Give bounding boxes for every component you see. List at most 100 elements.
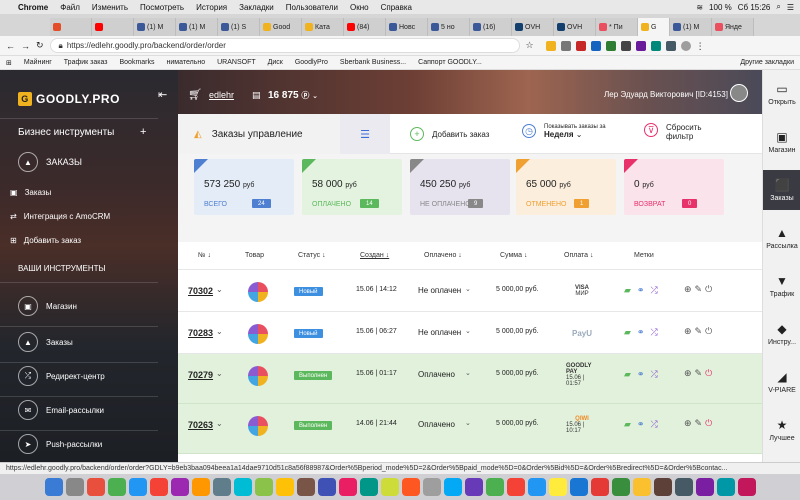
col-num[interactable]: № ↓ — [198, 252, 211, 259]
extension-icon[interactable] — [620, 40, 631, 51]
bookmark-item[interactable]: Диск — [268, 59, 283, 66]
tool-redirect[interactable]: ⤮ Редирект-центр — [18, 366, 105, 386]
chevron-down-icon[interactable]: ⌄ — [465, 285, 471, 293]
shuffle-icon[interactable]: ⤮ — [650, 285, 657, 296]
zoom-icon[interactable]: ⊕ — [684, 368, 692, 379]
product-image[interactable] — [248, 324, 268, 344]
summary-card[interactable]: 450 250 руб НЕ ОПЛАЧЕНО 9 — [410, 159, 510, 215]
menu-window[interactable]: Окно — [350, 3, 369, 12]
business-tools-heading[interactable]: Бизнес инструменты — [18, 127, 114, 138]
tab[interactable]: G — [638, 18, 670, 36]
dock-app-icon[interactable] — [149, 478, 168, 496]
wallet-icon[interactable]: ▤ — [252, 90, 261, 101]
chevron-down-icon[interactable]: ⌄ — [216, 327, 223, 336]
back-icon[interactable]: ← — [6, 41, 15, 51]
shuffle-icon[interactable]: ⤮ — [650, 327, 657, 338]
extension-icon[interactable] — [650, 40, 661, 51]
user-login-link[interactable]: edlehr — [209, 90, 234, 100]
sidebar-item-amocrm[interactable]: ⇄ Интеграция с AmoCRM — [10, 212, 110, 221]
url-input[interactable]: 🔒︎ https://edlehr.goodly.pro/backend/ord… — [49, 38, 520, 53]
cart-icon[interactable]: 🛒︎ — [188, 88, 202, 101]
summary-card[interactable]: 65 000 руб ОТМЕНЕНО 1 — [516, 159, 616, 215]
power-icon[interactable]: ⏻ — [705, 418, 712, 429]
dock-app-icon[interactable] — [254, 478, 273, 496]
dock-app-icon[interactable] — [464, 478, 483, 496]
status-badge[interactable]: Новый — [294, 287, 323, 296]
extension-icon[interactable] — [560, 40, 571, 51]
edit-icon[interactable]: ✎ — [695, 368, 703, 379]
link-icon[interactable]: ⚭ — [637, 419, 645, 430]
sidebar-item-orders[interactable]: ▣ Заказы — [10, 188, 51, 197]
table-row[interactable]: 70283 ⌄ Новый 15.06 | 06:27 Не оплачен ⌄… — [178, 312, 762, 354]
chat-icon[interactable]: ▰ — [624, 419, 631, 430]
bookmark-item[interactable]: Sberbank Business... — [340, 59, 406, 66]
paid-status[interactable]: Не оплачен — [418, 286, 461, 295]
tab[interactable]: * Пи — [596, 18, 638, 36]
goodly-extension-icon[interactable] — [545, 40, 556, 51]
chat-icon[interactable]: ▰ — [624, 285, 631, 296]
tab[interactable]: (84) — [344, 18, 386, 36]
order-number-link[interactable]: 70302 — [188, 286, 213, 296]
product-image[interactable] — [248, 282, 268, 302]
dock-app-icon[interactable] — [569, 478, 588, 496]
tab[interactable] — [50, 18, 92, 36]
sidebar-item-add-order[interactable]: ⊞ Добавить заказ — [10, 236, 81, 245]
more-icon[interactable]: ⋮ — [696, 41, 706, 51]
status-badge[interactable]: Выполнен — [294, 371, 333, 380]
dock-app-icon[interactable] — [380, 478, 399, 496]
link-icon[interactable]: ⚭ — [637, 327, 645, 338]
tool-orders[interactable]: ▲ Заказы — [18, 332, 73, 352]
tab[interactable]: (16) — [470, 18, 512, 36]
menu-help[interactable]: Справка — [381, 3, 412, 12]
bookmark-item[interactable]: Майнинг — [24, 59, 52, 66]
product-image[interactable] — [248, 416, 268, 436]
user-name[interactable]: Лер Эдуард Викторович [ID:4153] — [604, 90, 728, 99]
menu-chrome[interactable]: Chrome — [18, 3, 48, 12]
dock-app-icon[interactable] — [716, 478, 735, 496]
wifi-icon[interactable]: ≋ — [696, 3, 703, 12]
dock-app-icon[interactable] — [443, 478, 462, 496]
star-icon[interactable]: ☆ — [526, 40, 534, 51]
reset-filter-button[interactable]: ⊽ Сбросить фильтр — [644, 123, 702, 141]
bookmark-apps-icon[interactable]: ⊞ — [6, 59, 12, 67]
chevron-down-icon[interactable]: ⌄ — [216, 419, 223, 428]
chevron-down-icon[interactable]: ⌄ — [216, 285, 223, 294]
dock-app-icon[interactable] — [275, 478, 294, 496]
dock-app-icon[interactable] — [422, 478, 441, 496]
paid-status[interactable]: Оплачено — [418, 420, 455, 429]
bookmark-item[interactable]: Саппорт GOODLY... — [418, 59, 482, 66]
chat-icon[interactable]: ▰ — [624, 327, 631, 338]
col-sum[interactable]: Сумма ↓ — [500, 252, 527, 259]
search-icon[interactable]: ⌕ — [776, 2, 780, 12]
dock-app-icon[interactable] — [632, 478, 651, 496]
chevron-down-icon[interactable]: ⌄ — [465, 327, 471, 335]
clock[interactable]: Сб 15:26 — [738, 3, 771, 12]
paid-status[interactable]: Не оплачен — [418, 328, 461, 337]
logo[interactable]: G GOODLY.PRO — [18, 92, 120, 106]
tab[interactable]: OVH — [554, 18, 596, 36]
right-bar-item[interactable]: ◆ Инстру... — [763, 314, 800, 354]
dock-app-icon[interactable] — [128, 478, 147, 496]
tab[interactable]: Янде — [712, 18, 754, 36]
extension-icon[interactable] — [575, 40, 586, 51]
right-bar-item[interactable]: ★ Лучшее — [763, 410, 800, 450]
status-badge[interactable]: Новый — [294, 329, 323, 338]
dock-app-icon[interactable] — [653, 478, 672, 496]
tab[interactable]: Ката — [302, 18, 344, 36]
dock-app-icon[interactable] — [191, 478, 210, 496]
tool-email[interactable]: ✉ Email-рассылки — [18, 400, 104, 420]
forward-icon[interactable]: → — [21, 41, 30, 51]
status-badge[interactable]: Выполнен — [294, 421, 333, 430]
profile-avatar[interactable] — [680, 40, 691, 51]
bookmark-item[interactable]: нимательно — [167, 59, 206, 66]
dock-app-icon[interactable] — [65, 478, 84, 496]
dock-app-icon[interactable] — [170, 478, 189, 496]
menu-view[interactable]: Посмотреть — [140, 3, 184, 12]
extension-icon[interactable] — [605, 40, 616, 51]
shuffle-icon[interactable]: ⤮ — [650, 369, 657, 380]
bookmark-other[interactable]: Другие закладки — [740, 59, 800, 66]
zoom-icon[interactable]: ⊕ — [684, 284, 692, 295]
chat-icon[interactable]: ▰ — [624, 369, 631, 380]
dock-app-icon[interactable] — [506, 478, 525, 496]
battery-label[interactable]: 100 % — [709, 3, 732, 12]
